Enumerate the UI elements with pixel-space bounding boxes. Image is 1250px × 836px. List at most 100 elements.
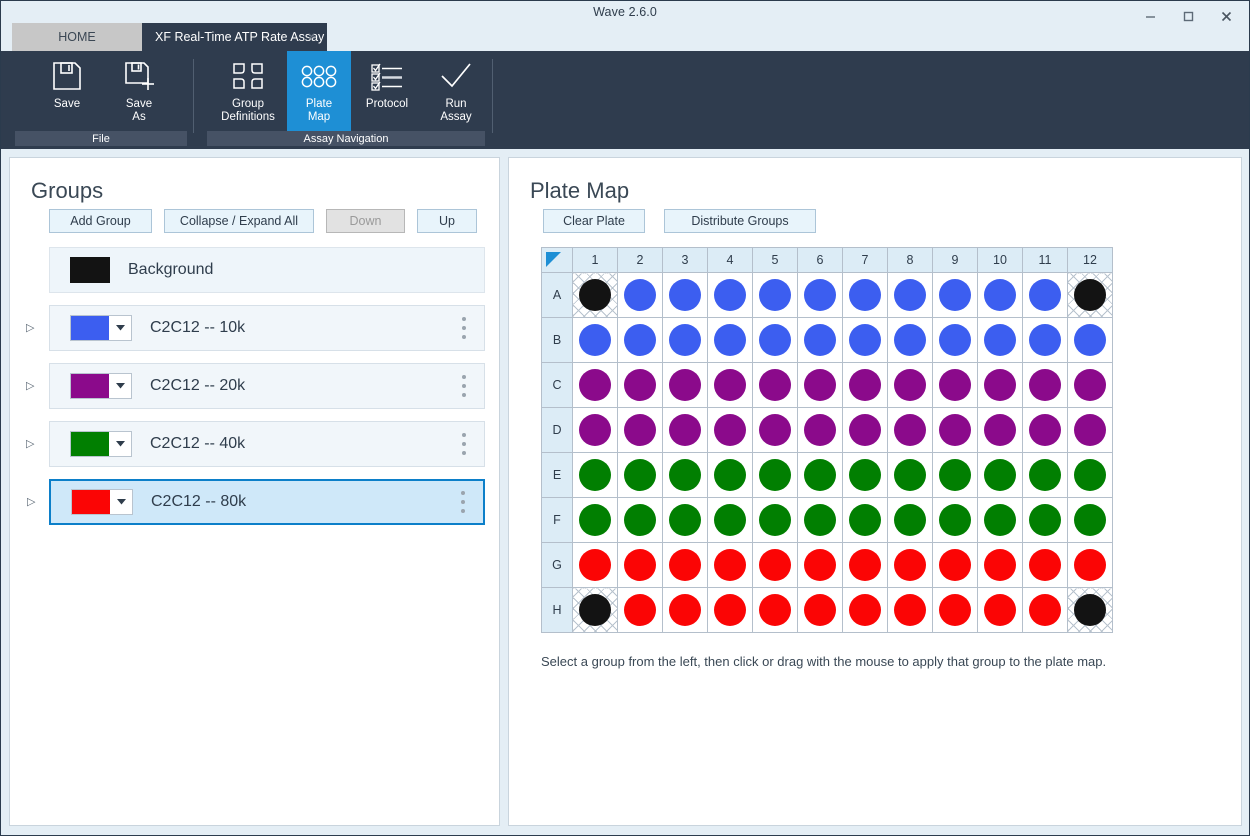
chevron-down-icon[interactable] [109,374,131,398]
plate-well-G8[interactable] [888,543,933,588]
plate-column-header-3[interactable]: 3 [663,248,708,273]
clear-plate-button[interactable]: Clear Plate [543,209,645,233]
plate-column-header-7[interactable]: 7 [843,248,888,273]
plate-well-G5[interactable] [753,543,798,588]
plate-row-header-F[interactable]: F [542,498,573,543]
plate-well-D12[interactable] [1068,408,1113,453]
plate-well-B5[interactable] [753,318,798,363]
move-up-button[interactable]: Up [417,209,477,233]
plate-well-H5[interactable] [753,588,798,633]
plate-well-C11[interactable] [1023,363,1068,408]
plate-well-F3[interactable] [663,498,708,543]
plate-well-D11[interactable] [1023,408,1068,453]
expander-icon[interactable]: ▷ [27,496,39,508]
ribbon-button-group-definitions[interactable]: Group Definitions [209,51,287,124]
plate-well-H10[interactable] [978,588,1023,633]
chevron-down-icon[interactable] [109,432,131,456]
plate-well-D1[interactable] [573,408,618,453]
plate-column-header-12[interactable]: 12 [1068,248,1113,273]
plate-well-F8[interactable] [888,498,933,543]
plate-well-A9[interactable] [933,273,978,318]
plate-well-D7[interactable] [843,408,888,453]
plate-well-A4[interactable] [708,273,753,318]
distribute-groups-button[interactable]: Distribute Groups [664,209,816,233]
chevron-down-icon[interactable] [109,316,131,340]
ribbon-button-run-assay[interactable]: Run Assay [423,51,489,124]
plate-well-B12[interactable] [1068,318,1113,363]
plate-well-F1[interactable] [573,498,618,543]
plate-well-G11[interactable] [1023,543,1068,588]
plate-well-F9[interactable] [933,498,978,543]
plate-well-B9[interactable] [933,318,978,363]
group-row-c2c12-20k[interactable]: ▷ C2C12 -- 20k [49,363,485,409]
plate-well-E10[interactable] [978,453,1023,498]
plate-column-header-9[interactable]: 9 [933,248,978,273]
plate-column-header-11[interactable]: 11 [1023,248,1068,273]
plate-column-header-8[interactable]: 8 [888,248,933,273]
plate-well-C1[interactable] [573,363,618,408]
plate-row-header-A[interactable]: A [542,273,573,318]
plate-well-D10[interactable] [978,408,1023,453]
plate-well-C10[interactable] [978,363,1023,408]
add-group-button[interactable]: Add Group [49,209,152,233]
plate-well-E5[interactable] [753,453,798,498]
plate-well-A7[interactable] [843,273,888,318]
ribbon-button-save-as[interactable]: Save As [103,51,175,124]
plate-well-A8[interactable] [888,273,933,318]
expander-icon[interactable]: ▷ [26,322,38,334]
move-down-button[interactable]: Down [326,209,405,233]
plate-well-C8[interactable] [888,363,933,408]
plate-well-F11[interactable] [1023,498,1068,543]
plate-well-G7[interactable] [843,543,888,588]
plate-well-G1[interactable] [573,543,618,588]
group-menu-icon-c2c12-10k[interactable] [462,317,466,339]
plate-well-H8[interactable] [888,588,933,633]
plate-well-G10[interactable] [978,543,1023,588]
plate-well-E8[interactable] [888,453,933,498]
group-color-picker-c2c12-40k[interactable] [70,431,132,457]
plate-well-H6[interactable] [798,588,843,633]
group-color-picker-c2c12-80k[interactable] [71,489,133,515]
ribbon-button-protocol[interactable]: Protocol [351,51,423,111]
plate-column-header-5[interactable]: 5 [753,248,798,273]
plate-well-D5[interactable] [753,408,798,453]
plate-well-G3[interactable] [663,543,708,588]
plate-well-H12[interactable] [1068,588,1113,633]
plate-well-G4[interactable] [708,543,753,588]
plate-well-C3[interactable] [663,363,708,408]
plate-well-F6[interactable] [798,498,843,543]
plate-well-F7[interactable] [843,498,888,543]
plate-well-C2[interactable] [618,363,663,408]
plate-well-E2[interactable] [618,453,663,498]
plate-well-E1[interactable] [573,453,618,498]
group-menu-icon-c2c12-80k[interactable] [461,491,465,513]
plate-well-G6[interactable] [798,543,843,588]
plate-well-B8[interactable] [888,318,933,363]
plate-well-G12[interactable] [1068,543,1113,588]
plate-well-H1[interactable] [573,588,618,633]
plate-well-D3[interactable] [663,408,708,453]
plate-row-header-C[interactable]: C [542,363,573,408]
plate-column-header-10[interactable]: 10 [978,248,1023,273]
plate-well-H3[interactable] [663,588,708,633]
group-menu-icon-c2c12-40k[interactable] [462,433,466,455]
plate-well-H11[interactable] [1023,588,1068,633]
plate-well-B1[interactable] [573,318,618,363]
plate-well-A10[interactable] [978,273,1023,318]
plate-well-H9[interactable] [933,588,978,633]
plate-well-C6[interactable] [798,363,843,408]
plate-well-C12[interactable] [1068,363,1113,408]
ribbon-button-save[interactable]: Save [31,51,103,111]
plate-well-B2[interactable] [618,318,663,363]
plate-well-B7[interactable] [843,318,888,363]
plate-well-D6[interactable] [798,408,843,453]
group-row-background[interactable]: Background [49,247,485,293]
plate-column-header-1[interactable]: 1 [573,248,618,273]
plate-well-D8[interactable] [888,408,933,453]
plate-column-header-6[interactable]: 6 [798,248,843,273]
plate-well-E7[interactable] [843,453,888,498]
group-row-c2c12-10k[interactable]: ▷ C2C12 -- 10k [49,305,485,351]
plate-well-E11[interactable] [1023,453,1068,498]
plate-well-F5[interactable] [753,498,798,543]
group-row-c2c12-80k[interactable]: ▷ C2C12 -- 80k [49,479,485,525]
